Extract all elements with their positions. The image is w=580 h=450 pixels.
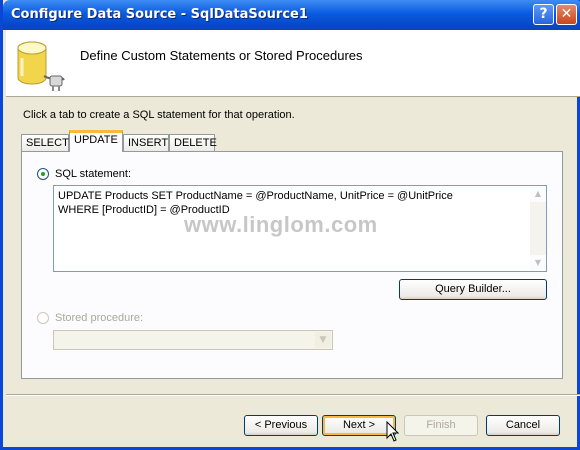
tab-select[interactable]: SELECT [21,134,69,151]
help-button[interactable]: ? [533,4,554,25]
watermark: www.linglom.com [184,212,378,237]
tab-panel: SQL statement: UPDATE Products SET Produ… [21,151,563,379]
window-title: Configure Data Source - SqlDataSource1 [11,7,308,22]
title-bar[interactable]: Configure Data Source - SqlDataSource1 ?… [3,0,580,30]
stored-procedure-select[interactable]: ▼ [53,330,333,350]
mouse-cursor-icon [386,421,400,442]
chevron-down-icon[interactable]: ▼ [315,332,331,348]
tab-insert[interactable]: INSERT [123,134,169,151]
tab-update[interactable]: UPDATE [69,130,123,152]
close-button[interactable]: ✕ [556,4,577,25]
scroll-down-icon[interactable]: ▼ [530,255,546,271]
tab-delete[interactable]: DELETE [169,134,217,151]
next-button[interactable]: Next > [322,415,396,436]
dialog-window: Configure Data Source - SqlDataSource1 ?… [0,0,580,450]
instruction-text: Click a tab to create a SQL statement fo… [23,109,295,121]
previous-button[interactable]: < Previous [244,415,318,436]
sql-statement-radio[interactable] [37,168,49,180]
query-builder-button[interactable]: Query Builder... [399,279,547,300]
wizard-header: Define Custom Statements or Stored Proce… [6,30,580,97]
footer-divider [6,394,580,396]
scroll-up-icon[interactable]: ▲ [530,186,546,202]
stored-procedure-label: Stored procedure: [55,312,144,324]
finish-button[interactable]: Finish [404,415,478,436]
stored-procedure-radio[interactable] [37,312,49,324]
vertical-scrollbar[interactable]: ▲ ▼ [530,186,546,271]
sql-line-1: UPDATE Products SET ProductName = @Produ… [58,190,453,202]
cancel-button[interactable]: Cancel [486,415,560,436]
database-plug-icon [17,41,65,91]
page-title: Define Custom Statements or Stored Proce… [80,48,363,63]
sql-statement-label: SQL statement: [55,168,132,180]
